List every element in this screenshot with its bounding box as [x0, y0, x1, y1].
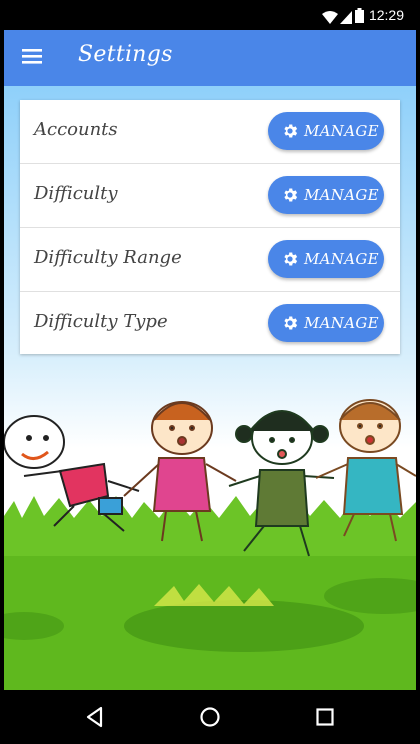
gear-icon — [281, 186, 299, 204]
home-icon[interactable] — [197, 704, 223, 730]
manage-button-label: MANAGE — [304, 314, 379, 332]
manage-difficulty-button[interactable]: MANAGE — [268, 176, 384, 214]
status-bar: 12:29 — [4, 0, 416, 30]
app-bar: Settings — [4, 30, 416, 86]
gear-icon — [281, 122, 299, 140]
page-title: Settings — [78, 42, 173, 67]
gear-icon — [281, 250, 299, 268]
manage-difficulty-type-button[interactable]: MANAGE — [268, 304, 384, 342]
settings-list: Accounts MANAGE Difficulty MANAGE Diffic… — [20, 100, 400, 354]
manage-accounts-button[interactable]: MANAGE — [268, 112, 384, 150]
manage-button-label: MANAGE — [304, 122, 379, 140]
settings-row-accounts: Accounts MANAGE — [20, 100, 400, 164]
recents-icon[interactable] — [312, 704, 338, 730]
manage-difficulty-range-button[interactable]: MANAGE — [268, 240, 384, 278]
back-icon[interactable] — [82, 704, 108, 730]
settings-row-difficulty-type: Difficulty Type MANAGE — [20, 292, 400, 355]
manage-button-label: MANAGE — [304, 186, 379, 204]
app-screen: 12:29 Settings Accounts MANAGE Difficult… — [4, 0, 416, 744]
hamburger-menu-icon[interactable] — [22, 47, 48, 69]
battery-icon — [355, 8, 364, 27]
settings-row-difficulty-range: Difficulty Range MANAGE — [20, 228, 400, 292]
settings-row-label: Difficulty Range — [34, 247, 182, 268]
system-nav-bar — [4, 690, 416, 744]
manage-button-label: MANAGE — [304, 250, 379, 268]
wifi-icon — [322, 9, 338, 28]
settings-row-label: Difficulty Type — [34, 311, 168, 332]
cell-signal-icon — [340, 9, 352, 28]
settings-row-label: Accounts — [34, 119, 118, 140]
settings-row-label: Difficulty — [34, 183, 118, 204]
gear-icon — [281, 314, 299, 332]
status-clock: 12:29 — [368, 7, 404, 23]
settings-row-difficulty: Difficulty MANAGE — [20, 164, 400, 228]
